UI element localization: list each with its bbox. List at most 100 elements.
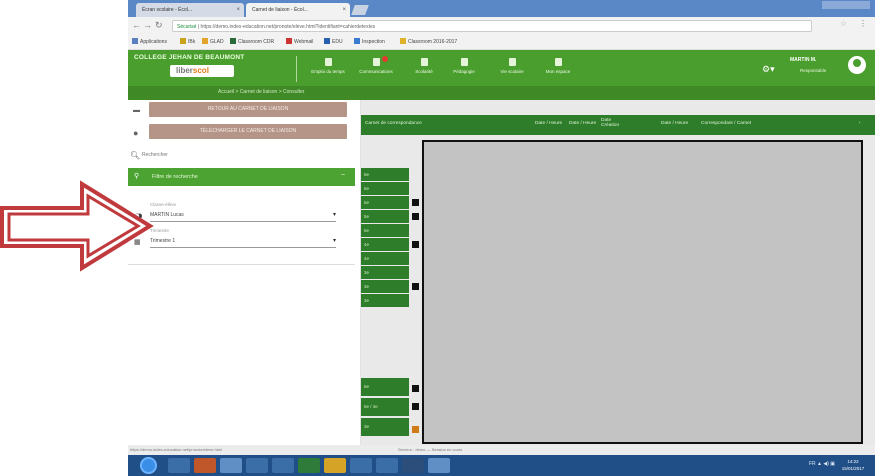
menu-icon[interactable]: ⋮	[859, 19, 867, 28]
nav-mon-espace[interactable]: Mon espace	[536, 58, 580, 74]
left-panel: ▬ RETOUR AU CARNET DE LIAISON ● TÉLÉCHAR…	[128, 100, 361, 445]
app-header: COLLEGE JEHAN DE BEAUMONT liberscol Empl…	[128, 50, 875, 86]
table-row[interactable]: 5e / 4e	[361, 398, 409, 416]
mail-icon	[372, 58, 380, 66]
taskbar-app-chrome[interactable]	[220, 458, 242, 473]
back-to-notebook-button[interactable]: RETOUR AU CARNET DE LIAISON	[149, 102, 347, 117]
close-icon[interactable]: ×	[236, 3, 240, 17]
user-role: Responsable	[800, 68, 827, 73]
table-row[interactable]: 5e	[361, 224, 409, 237]
clock-date: 15/01/2017	[841, 466, 865, 471]
taskbar-app[interactable]	[350, 458, 372, 473]
book-icon	[460, 58, 468, 66]
table-row[interactable]: 6e	[361, 378, 409, 396]
table-row[interactable]: 3e	[361, 418, 409, 436]
row-marker	[412, 213, 419, 220]
brand-logo[interactable]: liberscol	[170, 65, 234, 77]
bookmark-item[interactable]: EDU	[324, 38, 343, 45]
taskbar-app[interactable]	[376, 458, 398, 473]
table-row[interactable]: 6e	[361, 168, 409, 181]
table-row[interactable]: 4e	[361, 238, 409, 251]
bookmark-item[interactable]: Webmail	[286, 38, 313, 45]
taskbar: FR ▲ ◀) ▣ 14:22 15/01/2017	[128, 455, 875, 476]
browser-tab-label: Écran scolaire - Écol...	[142, 7, 193, 13]
notification-badge	[382, 56, 388, 62]
taskbar-app[interactable]	[194, 458, 216, 473]
row-marker	[412, 403, 419, 410]
row-marker	[412, 199, 419, 206]
column-header[interactable]: Carnet de correspondance	[365, 121, 422, 126]
collapse-icon[interactable]: −	[341, 172, 345, 179]
student-select[interactable]: MARTIN Lucas ▾	[150, 210, 336, 222]
url-field[interactable]: Sécurisé | https://demo.index-education.…	[172, 20, 812, 32]
school-name: COLLEGE JEHAN DE BEAUMONT	[134, 54, 245, 61]
bookmark-item[interactable]: GLAD	[202, 38, 224, 45]
browser-tab-label: Carnet de liaison - Écol...	[252, 7, 308, 13]
calendar-icon	[324, 58, 332, 66]
browser-tab[interactable]: Écran scolaire - Écol... ×	[136, 3, 244, 17]
redacted-content-area	[422, 140, 863, 444]
table-row[interactable]: 3e	[361, 266, 409, 279]
column-header[interactable]: Date / Heure	[569, 121, 596, 126]
bookmark-item[interactable]: Classroom CDR	[230, 38, 274, 45]
search-icon[interactable]: 🔍︎	[130, 151, 140, 160]
nav-communications[interactable]: Communications	[354, 56, 398, 74]
caret-down-icon: ▾	[332, 238, 336, 244]
nav-emploi-du-temps[interactable]: Emploi du temps	[306, 58, 350, 74]
browser-tab-strip: Écran scolaire - Écol... × Carnet de lia…	[128, 0, 875, 17]
taskbar-app[interactable]	[324, 458, 346, 473]
bookmark-item[interactable]: Inspection	[354, 38, 385, 45]
taskbar-app[interactable]	[246, 458, 268, 473]
download-notebook-button[interactable]: TÉLÉCHARGER LE CARNET DE LIAISON	[149, 124, 347, 139]
bookmark-item[interactable]: IBk	[180, 38, 195, 45]
table-row[interactable]: 6e	[361, 182, 409, 195]
system-tray[interactable]: FR ▲ ◀) ▣	[809, 461, 835, 467]
table-row[interactable]: 4e	[361, 252, 409, 265]
avatar[interactable]	[848, 56, 866, 74]
folder-icon: ▬	[133, 107, 140, 114]
taskbar-app[interactable]	[168, 458, 190, 473]
table-row[interactable]: 3e	[361, 294, 409, 307]
nav-pedagogie[interactable]: Pédagogie	[442, 58, 486, 74]
clock[interactable]: 14:22 15/01/2017	[837, 458, 869, 472]
reload-icon[interactable]: ↻	[155, 20, 163, 31]
row-marker	[412, 385, 419, 392]
bookmarks-bar: Applications IBk GLAD Classroom CDR Webm…	[128, 35, 875, 50]
status-bar: https://demo.index-education.net/pronote…	[128, 445, 875, 455]
column-header[interactable]: Date / Heure	[535, 121, 562, 126]
nav-vie-scolaire[interactable]: Vie scolaire	[490, 58, 534, 74]
table-row[interactable]: 3e	[361, 280, 409, 293]
forward-arrow-icon[interactable]: →	[143, 20, 152, 30]
taskbar-app[interactable]	[402, 458, 424, 473]
browser-tab-active[interactable]: Carnet de liaison - Écol... ×	[246, 3, 350, 17]
table-header: Carnet de correspondance Date / Heure Da…	[361, 115, 875, 135]
settings-icon[interactable]: ⚙▾	[762, 64, 775, 75]
back-arrow-icon[interactable]: ←	[132, 20, 141, 30]
expand-icon[interactable]: ‹	[859, 121, 861, 126]
column-header[interactable]: Date Création	[601, 118, 623, 128]
table-row[interactable]: 5e	[361, 196, 409, 209]
breadcrumb-text[interactable]: Accueil > Carnet de liaison > Consulter	[218, 89, 304, 95]
table-row[interactable]: 5e	[361, 210, 409, 223]
star-icon[interactable]: ☆	[840, 19, 847, 28]
user-name[interactable]: MARTIN M.	[790, 57, 816, 63]
taskbar-app[interactable]	[298, 458, 320, 473]
url-text: https://demo.index-education.net/pronote…	[200, 24, 376, 30]
bookmark-item[interactable]: Applications	[132, 38, 167, 45]
column-header[interactable]: Date / Heure	[661, 121, 688, 126]
nav-scolarite[interactable]: Scolarité	[402, 58, 446, 74]
clock-time: 14:22	[847, 459, 859, 464]
record-icon: ●	[133, 128, 139, 138]
window-controls[interactable]	[822, 1, 870, 9]
close-icon[interactable]: ×	[342, 3, 346, 17]
start-button[interactable]	[140, 457, 157, 474]
filter-panel-header[interactable]: ⚲ Filtre de recherche −	[128, 168, 355, 186]
search-input[interactable]	[142, 152, 262, 158]
new-tab-button[interactable]	[351, 5, 369, 15]
column-header[interactable]: Correspondant / Carnet	[701, 121, 751, 126]
bookmark-item[interactable]: Classroom 2016-2017	[400, 38, 457, 45]
taskbar-app[interactable]	[272, 458, 294, 473]
period-select[interactable]: Trimestre 1 ▾	[150, 236, 336, 248]
taskbar-app[interactable]	[428, 458, 450, 473]
chat-icon	[508, 58, 516, 66]
